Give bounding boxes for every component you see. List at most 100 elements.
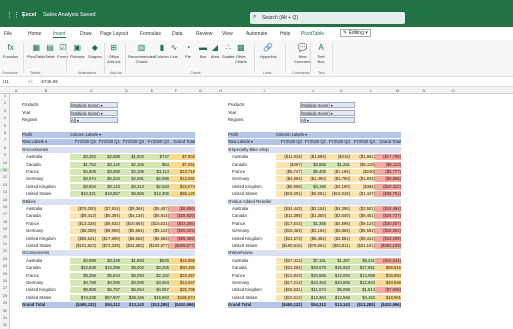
pivot-value-cell[interactable]: ($13,328) bbox=[70, 220, 96, 227]
pivot-section-header[interactable]: ⊟Warehouse bbox=[228, 250, 401, 257]
pivot-value-cell[interactable]: $24,321 bbox=[70, 191, 96, 198]
pivot-value-cell[interactable]: $747 bbox=[144, 154, 169, 161]
pivot-value-cell[interactable]: $15,663 bbox=[144, 294, 169, 301]
column-header-N[interactable]: N bbox=[410, 88, 438, 93]
pivot-value-cell[interactable]: $7,051 bbox=[169, 161, 195, 168]
pivot-value-cell[interactable]: ($9,312) bbox=[350, 235, 375, 242]
ribbon-bar-button[interactable]: ▬ Bar bbox=[198, 43, 208, 59]
pivot-value-cell[interactable]: $3,255 bbox=[144, 265, 169, 272]
pivot-section-header[interactable]: ⊟Bikes bbox=[22, 198, 195, 205]
pivot-grand-total[interactable]: $54,312 bbox=[96, 302, 120, 309]
filter-label[interactable]: Year bbox=[22, 110, 72, 116]
pivot-value-cell[interactable]: ($2,154) bbox=[302, 206, 326, 212]
ribbon-shapes-button[interactable]: ◆ Shapes bbox=[88, 43, 102, 59]
pivot-value-cell[interactable]: $4,788 bbox=[70, 280, 96, 286]
pivot-value-cell[interactable]: $25,796 bbox=[169, 287, 195, 294]
pivot-value-cell[interactable]: $3,974 bbox=[70, 176, 96, 183]
filter-label[interactable]: Products bbox=[228, 102, 298, 108]
pivot-quarter-header[interactable]: Grand Total bbox=[169, 139, 195, 146]
ribbon-recommended-charts-button[interactable]: ▥ Recommended Charts bbox=[128, 43, 155, 64]
pivot-value-cell[interactable]: $9,358 bbox=[70, 272, 96, 279]
pivot-value-cell[interactable]: ($240) bbox=[350, 169, 375, 175]
pivot-value-cell[interactable]: $14,947 bbox=[169, 280, 195, 286]
pivot-value-cell[interactable]: $2,589 bbox=[96, 154, 120, 161]
tab-draw[interactable]: Draw bbox=[80, 31, 92, 37]
pivot-row-label[interactable]: United Kingdom bbox=[228, 184, 276, 190]
pivot-value-cell[interactable]: $74,239 bbox=[70, 294, 96, 301]
pivot-value-cell[interactable]: $3,314 bbox=[120, 183, 144, 190]
pivot-grand-total[interactable]: ($410,966) bbox=[169, 302, 195, 309]
search-box[interactable]: ⌕ Search (Alt + Q) bbox=[250, 12, 405, 24]
sheet-grid[interactable]: Products (Multiple Items) ▾ Products (Multi… bbox=[0, 94, 513, 329]
pivot-grand-total[interactable]: $13,143 bbox=[120, 302, 144, 309]
pivot-quarter-header[interactable]: FY2020 Q1 bbox=[96, 139, 120, 146]
tab-home[interactable]: Home bbox=[28, 31, 41, 37]
pivot-value-cell[interactable]: $3,934 bbox=[70, 183, 96, 190]
pivot-value-cell[interactable]: $33,884 bbox=[375, 272, 401, 279]
pivot-value-cell[interactable]: $2,081 bbox=[120, 176, 144, 183]
pivot-value-cell[interactable]: $625 bbox=[144, 257, 169, 264]
pivot-value-cell[interactable]: ($8,532) bbox=[96, 220, 120, 227]
pivot-row-label[interactable]: United Kingdom bbox=[228, 236, 276, 242]
ribbon-table-button[interactable]: ▤ Table bbox=[45, 43, 55, 59]
file-name[interactable]: Sales Analysis bbox=[43, 12, 78, 18]
filter-dropdown[interactable]: (Multiple Items) ▾ bbox=[70, 109, 118, 116]
pivot-row-label[interactable]: Canada bbox=[228, 213, 276, 219]
filter-label[interactable]: Regions bbox=[228, 117, 298, 123]
pivot-row-label[interactable]: United Kingdom bbox=[22, 184, 70, 190]
column-header-G[interactable]: G bbox=[188, 88, 213, 93]
filter-dropdown[interactable]: (Multiple Items) ▾ bbox=[300, 102, 355, 109]
pivot-value-cell[interactable]: $9,656 bbox=[120, 191, 144, 198]
pivot-row-label[interactable]: Australia bbox=[228, 258, 276, 264]
pivot-value-cell[interactable]: ($8,562) bbox=[120, 235, 144, 242]
pivot-value-cell[interactable]: $3,262 bbox=[70, 154, 96, 161]
pivot-profit-label[interactable]: Profit bbox=[228, 132, 276, 138]
pivot-row-label[interactable]: France bbox=[22, 169, 70, 175]
pivot-value-cell[interactable]: ($4,190) bbox=[326, 183, 350, 190]
pivot-grand-total[interactable]: ($410,966) bbox=[375, 302, 401, 309]
pivot-value-cell[interactable]: ($4,596) bbox=[326, 220, 350, 227]
pivot-value-cell[interactable]: $12,843 bbox=[350, 280, 375, 286]
pivot-section-header[interactable]: ⊟Value Added Reseller bbox=[228, 198, 401, 205]
column-header-O[interactable]: O bbox=[438, 88, 468, 93]
pivot-value-cell[interactable]: ($43,494) bbox=[375, 206, 401, 212]
pivot-quarter-header[interactable]: Grand Total bbox=[375, 139, 401, 146]
pivot-value-cell[interactable]: ($10,534) bbox=[375, 257, 401, 264]
pivot-value-cell[interactable]: $12,306 bbox=[144, 191, 169, 198]
pivot-value-cell[interactable]: ($23,264) bbox=[276, 265, 302, 272]
filter-label[interactable]: Products bbox=[22, 102, 72, 108]
ribbon-office-add-ins-button[interactable]: ⊞ Office Add-ins bbox=[107, 43, 121, 64]
pivot-row-label[interactable]: United States bbox=[228, 243, 276, 249]
pivot-value-cell[interactable]: $1,251 bbox=[326, 161, 350, 168]
pivot-row-label[interactable]: Canada bbox=[22, 213, 70, 219]
pivot-value-cell[interactable]: $10,865 bbox=[326, 280, 350, 286]
pivot-value-cell[interactable]: ($1,350) bbox=[302, 213, 326, 220]
pivot-value-cell[interactable]: $13,718 bbox=[169, 169, 195, 175]
pivot-value-cell[interactable]: ($9,364) bbox=[120, 206, 144, 212]
pivot-value-cell[interactable]: ($5,584) bbox=[120, 228, 144, 235]
pivot-value-cell[interactable]: ($6,113) bbox=[375, 161, 401, 168]
pivot-value-cell[interactable]: ($10,864) bbox=[120, 220, 144, 227]
pivot-value-cell[interactable]: $5,797 bbox=[96, 287, 120, 294]
pivot-value-cell[interactable]: $3,050 bbox=[120, 280, 144, 286]
column-header-K[interactable]: K bbox=[326, 88, 357, 93]
pivot-value-cell[interactable]: $2,105 bbox=[120, 169, 144, 175]
pivot-row-label[interactable]: United Kingdom bbox=[228, 287, 276, 293]
pivot-column-labels[interactable]: Column Labels ▾ bbox=[276, 132, 330, 138]
pivot-row-labels[interactable]: Row Labels ▾ bbox=[228, 139, 276, 146]
pivot-value-cell[interactable]: ($5,777) bbox=[375, 169, 401, 175]
pivot-value-cell[interactable]: $15,653 bbox=[326, 265, 350, 272]
pivot-value-cell[interactable]: ($31,151) bbox=[350, 243, 375, 249]
pivot-quarter-header[interactable]: FY2020 Q4 bbox=[350, 139, 375, 146]
pivot-value-cell[interactable]: ($5,122) bbox=[144, 228, 169, 235]
pivot-value-cell[interactable]: ($27,413) bbox=[276, 257, 302, 264]
column-header-L[interactable]: L bbox=[357, 88, 385, 93]
ribbon-text-box-button[interactable]: A Text Box bbox=[316, 43, 326, 64]
pivot-row-label[interactable]: Australia bbox=[228, 154, 276, 160]
pivot-value-cell[interactable]: $17,851 bbox=[350, 265, 375, 272]
pivot-value-cell[interactable]: ($6,914) bbox=[144, 213, 169, 220]
pivot-header-fill[interactable] bbox=[330, 132, 401, 138]
pivot-value-cell[interactable]: ($1,790) bbox=[326, 176, 350, 183]
column-header-H[interactable]: H bbox=[213, 88, 228, 93]
pivot-value-cell[interactable]: ($15,463) bbox=[276, 228, 302, 235]
